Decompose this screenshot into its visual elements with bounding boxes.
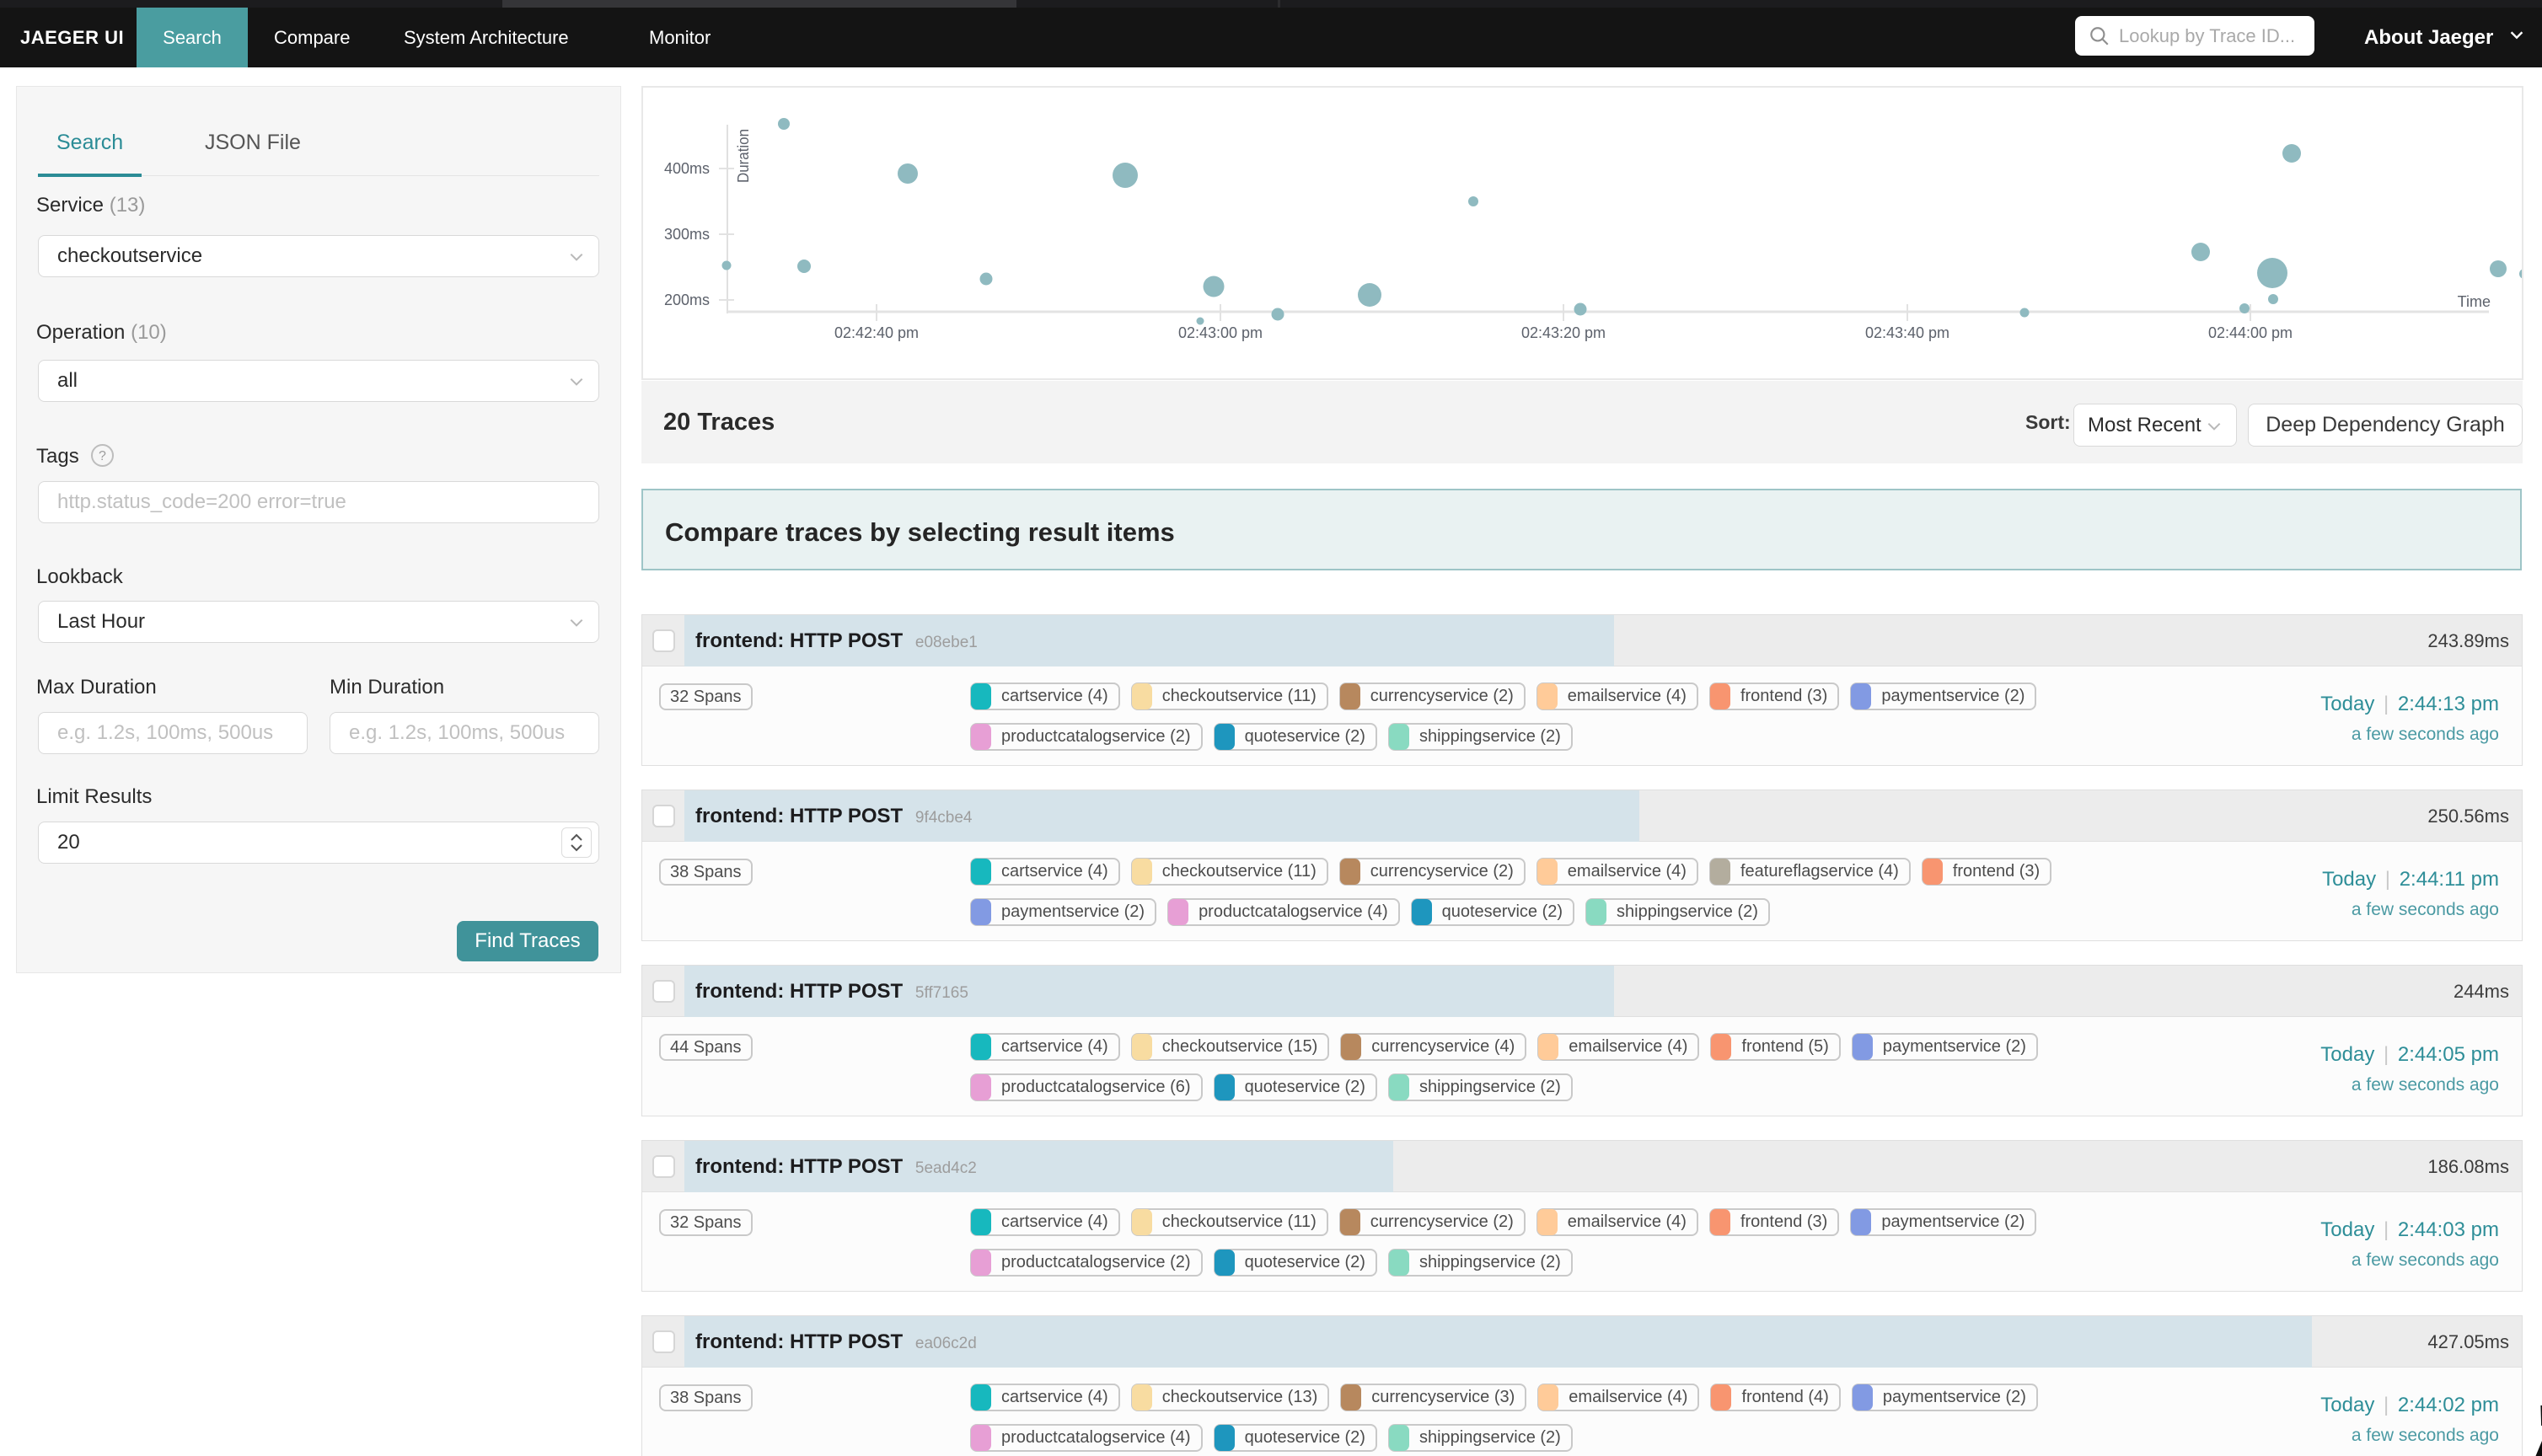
svg-text:400ms: 400ms [664,160,710,177]
svg-text:02:43:20 pm: 02:43:20 pm [1521,324,1606,341]
svg-text:02:43:40 pm: 02:43:40 pm [1865,324,1949,341]
svg-text:Time: Time [2458,293,2491,310]
svg-text:02:43:00 pm: 02:43:00 pm [1178,324,1263,341]
svg-text:200ms: 200ms [664,292,710,308]
svg-text:02:44:00 pm: 02:44:00 pm [2208,324,2293,341]
svg-text:Duration: Duration [735,129,752,183]
svg-text:?: ? [99,449,106,463]
svg-text:02:42:40 pm: 02:42:40 pm [834,324,919,341]
svg-text:300ms: 300ms [664,226,710,243]
